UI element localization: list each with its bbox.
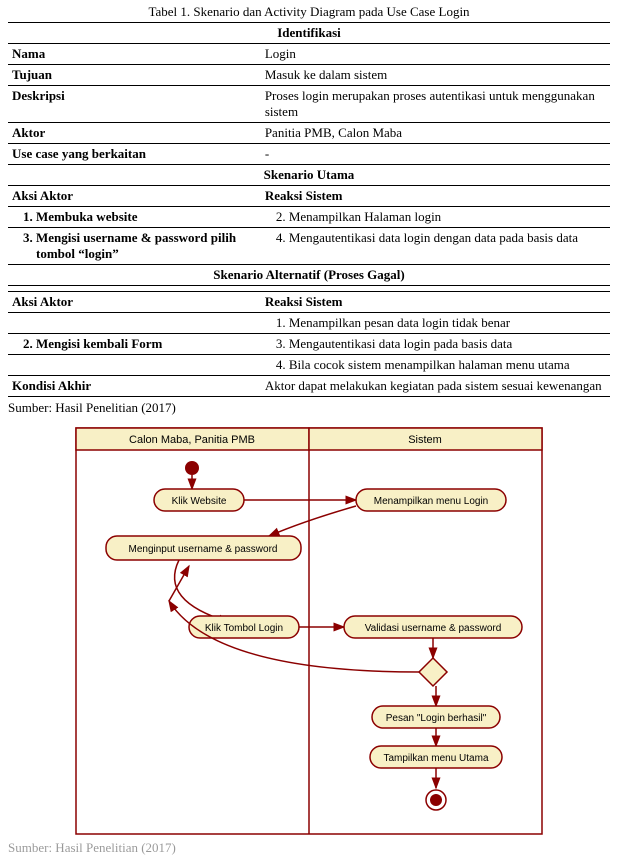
table-caption: Tabel 1. Skenario dan Activity Diagram p… <box>8 4 610 20</box>
row-tujuan-key: Tujuan <box>8 65 261 86</box>
lane1-label: Calon Maba, Panitia PMB <box>129 434 255 446</box>
utama-aktor-2: Mengisi username & password pilih tombol… <box>36 230 257 262</box>
row-aktor-val: Panitia PMB, Calon Maba <box>261 123 610 144</box>
row-kondisi-val: Aktor dapat melakukan kegiatan pada sist… <box>261 376 610 397</box>
section-identifikasi: Identifikasi <box>8 23 610 44</box>
node-validasi: Validasi username & password <box>365 623 502 634</box>
row-aktor-key: Aktor <box>8 123 261 144</box>
initial-node-icon <box>185 461 199 475</box>
node-klik-website: Klik Website <box>172 496 227 507</box>
alt-sistem-3: Bila cocok sistem menampilkan halaman me… <box>289 357 606 373</box>
col-reaksi-sistem-2: Reaksi Sistem <box>261 292 610 313</box>
row-nama-val: Login <box>261 44 610 65</box>
row-kondisi-key: Kondisi Akhir <box>8 376 261 397</box>
section-skenario-utama: Skenario Utama <box>8 165 610 186</box>
node-tampilkan-menu: Tampilkan menu Utama <box>383 753 488 764</box>
alt-sistem-2: Mengautentikasi data login pada basis da… <box>289 336 606 352</box>
lane2-label: Sistem <box>408 434 442 446</box>
utama-aktor-1: Membuka website <box>36 209 257 225</box>
utama-sistem-2: Mengautentikasi data login dengan data p… <box>289 230 606 246</box>
alt-sistem-1: Menampilkan pesan data login tidak benar <box>289 315 606 331</box>
activity-diagram: Calon Maba, Panitia PMB Sistem Klik Webs… <box>74 426 544 836</box>
alt-aktor-2: Mengisi kembali Form <box>36 336 257 352</box>
node-menampilkan-login: Menampilkan menu Login <box>374 496 489 507</box>
source-line-1: Sumber: Hasil Penelitian (2017) <box>8 400 610 416</box>
row-tujuan-val: Masuk ke dalam sistem <box>261 65 610 86</box>
utama-sistem-1: Menampilkan Halaman login <box>289 209 606 225</box>
node-klik-tombol-login: Klik Tombol Login <box>205 623 283 634</box>
row-usecase-val: - <box>261 144 610 165</box>
row-deskripsi-val: Proses login merupakan proses autentikas… <box>261 86 610 123</box>
row-usecase-key: Use case yang berkaitan <box>8 144 261 165</box>
section-skenario-alternatif: Skenario Alternatif (Proses Gagal) <box>8 265 610 286</box>
col-reaksi-sistem: Reaksi Sistem <box>261 186 610 207</box>
row-nama-key: Nama <box>8 44 261 65</box>
col-aksi-aktor: Aksi Aktor <box>8 186 261 207</box>
node-menginput: Menginput username & password <box>129 544 278 555</box>
scenario-table: Identifikasi Nama Login Tujuan Masuk ke … <box>8 22 610 397</box>
source-line-2: Sumber: Hasil Penelitian (2017) <box>8 840 610 856</box>
node-pesan-berhasil: Pesan "Login berhasil" <box>386 713 487 724</box>
col-aksi-aktor-2: Aksi Aktor <box>8 292 261 313</box>
row-deskripsi-key: Deskripsi <box>8 86 261 123</box>
